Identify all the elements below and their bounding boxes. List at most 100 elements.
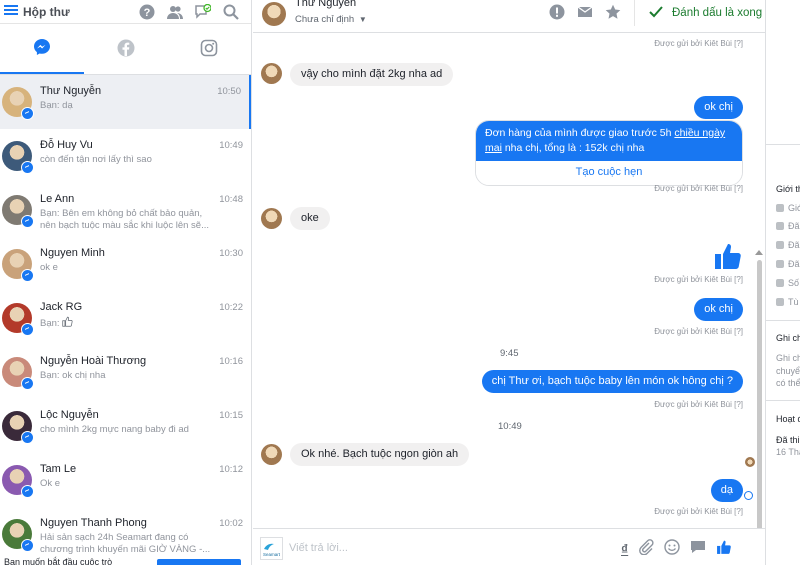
check-icon bbox=[649, 5, 663, 21]
conversation-info: Nguyen Thanh Phong Hải sản sạch 24h Seama… bbox=[40, 517, 212, 556]
like-send-icon[interactable] bbox=[716, 539, 732, 558]
conversation-snippet-text: Bạn: ok chị nha bbox=[40, 370, 106, 381]
conversation-avatar-wrap bbox=[2, 87, 34, 120]
conversation-item[interactable]: Lộc Nguyễn cho mình 2kg mực nang baby đi … bbox=[0, 399, 251, 453]
assignee-label: Chưa chỉ định bbox=[295, 14, 355, 25]
conversation-name: Tam Le bbox=[40, 463, 77, 475]
star-icon[interactable] bbox=[605, 4, 621, 23]
order-card-text: Đơn hàng của mình được giao trước 5h chi… bbox=[476, 121, 742, 161]
message-outgoing[interactable]: ok chị bbox=[694, 298, 743, 321]
conversation-snippet-text: cho mình 2kg mực nang baby đi ad bbox=[40, 424, 189, 435]
conversation-time: 10:50 bbox=[217, 86, 241, 97]
conversation-name: Lộc Nguyễn bbox=[40, 409, 99, 421]
message-incoming[interactable]: vậy cho mình đặt 2kg nha ad bbox=[290, 63, 454, 86]
search-icon[interactable] bbox=[223, 4, 239, 20]
messenger-badge-icon bbox=[21, 323, 34, 336]
people-icon[interactable] bbox=[167, 4, 183, 20]
contact-avatar[interactable] bbox=[262, 2, 286, 26]
conversation-item[interactable]: Thư Nguyễn Bạn: dạ 10:50 bbox=[0, 75, 251, 129]
reply-input[interactable] bbox=[289, 539, 539, 557]
sent-by-label: Được gửi bởi Kiêt Bùi [?] bbox=[654, 275, 743, 284]
conversation-snippet-text: ok e bbox=[40, 262, 58, 273]
conversation-info: Nguyễn Hoài Thương Bạn: ok chị nha bbox=[40, 355, 212, 382]
facebook-tab[interactable] bbox=[84, 24, 168, 74]
home-icon bbox=[776, 298, 784, 306]
conversation-item[interactable]: Nguyen Thanh Phong Hải sản sạch 24h Seama… bbox=[0, 507, 251, 561]
conversation-name: Jack RG bbox=[40, 301, 83, 313]
about-row-text: Số bbox=[788, 278, 800, 288]
messenger-badge-icon bbox=[21, 377, 34, 390]
instagram-tab[interactable] bbox=[167, 24, 251, 74]
inbox-header: Hộp thư ? bbox=[0, 0, 251, 24]
activity-title: Hoạt đ bbox=[776, 414, 800, 424]
spam-icon[interactable] bbox=[549, 4, 565, 23]
conversation-info: Đỗ Huy Vu còn đến tận nơi lấy thì sao bbox=[40, 139, 212, 166]
conversation-item[interactable]: Le Ann Bạn: Bên em không bỏ chất bảo quản… bbox=[0, 183, 251, 237]
contact-name[interactable]: Thư Nguyễn bbox=[295, 0, 356, 9]
conversation-info: Nguyen Minh ok e bbox=[40, 247, 212, 274]
question-icon[interactable]: ? bbox=[139, 4, 155, 20]
like-sticker bbox=[713, 241, 743, 274]
conversation-item[interactable]: Đỗ Huy Vu còn đến tận nơi lấy thì sao 10:4… bbox=[0, 129, 251, 183]
thumbs-up-icon bbox=[60, 316, 73, 329]
divider bbox=[766, 320, 800, 321]
menu-icon[interactable] bbox=[4, 4, 18, 19]
about-title: Giới th bbox=[776, 184, 800, 194]
saved-replies-icon[interactable] bbox=[690, 539, 706, 558]
about-row: Đã bbox=[776, 221, 800, 231]
conversation-name: Thư Nguyễn bbox=[40, 85, 102, 97]
facebook-icon bbox=[117, 39, 135, 60]
message-thread: Được gửi bởi Kiêt Bùi [?] vậy cho mình đ… bbox=[253, 34, 765, 528]
conversation-snippet: Bạn: Bên em không bỏ chất bảo quản, nên … bbox=[40, 208, 212, 232]
conversation-item[interactable]: Jack RG Bạn: 10:22 bbox=[0, 291, 251, 345]
about-row-text: Đã bbox=[788, 259, 800, 269]
messenger-tab[interactable] bbox=[0, 24, 84, 74]
contact-avatar-small bbox=[261, 208, 282, 229]
conversation-item[interactable]: Tam Le Ok e 10:12 bbox=[0, 453, 251, 507]
inbox-title: Hộp thư bbox=[23, 4, 70, 19]
message-outgoing[interactable]: ok chị bbox=[694, 96, 743, 119]
caret-down-icon: ▼ bbox=[358, 15, 367, 24]
conversation-item[interactable]: Nguyễn Hoài Thương Bạn: ok chị nha 10:16 bbox=[0, 345, 251, 399]
info-icon bbox=[776, 204, 784, 212]
assignee-dropdown[interactable]: Chưa chỉ định ▼ bbox=[295, 14, 367, 25]
message-outgoing[interactable]: chị Thư ơi, bạch tuộc baby lên món ok hô… bbox=[481, 370, 743, 393]
start-conversation-button[interactable] bbox=[157, 559, 241, 565]
mark-done-button[interactable]: Đánh dấu là xong bbox=[634, 0, 765, 26]
conversation-snippet: Ok e bbox=[40, 478, 212, 490]
about-row: Giớ bbox=[776, 203, 800, 213]
message-outgoing[interactable]: dạ bbox=[710, 479, 743, 502]
emoji-icon[interactable] bbox=[664, 539, 680, 558]
attach-icon[interactable] bbox=[638, 539, 654, 558]
conversation-name: Nguyễn Hoài Thương bbox=[40, 355, 147, 367]
start-conversation-bar[interactable]: Bạn muốn bắt đầu cuộc trò bbox=[0, 554, 251, 565]
currency-icon[interactable]: ₫ bbox=[621, 541, 628, 557]
conversation-snippet: Hải sản sạch 24h Seamart đang có chương … bbox=[40, 532, 212, 556]
timestamp-divider: 10:49 bbox=[498, 421, 522, 432]
details-top bbox=[766, 0, 800, 145]
conversation-time: 10:12 bbox=[219, 464, 243, 475]
details-pane: Giới th Giớ Đã Đã Đã Số Tù Ghi ch Ghi ch… bbox=[765, 0, 800, 565]
timestamp-divider: 9:45 bbox=[500, 348, 519, 359]
chat-check-icon[interactable] bbox=[195, 3, 211, 20]
message-incoming[interactable]: Ok nhé. Bạch tuộc ngon giòn ah bbox=[290, 443, 470, 466]
conversation-time: 10:48 bbox=[219, 194, 243, 205]
order-card-text-b: nha chị, tổng là : 152k chị nha bbox=[501, 142, 645, 154]
messenger-badge-icon bbox=[21, 215, 34, 228]
conversation-snippet: Bạn: ok chị nha bbox=[40, 370, 212, 382]
mail-icon[interactable] bbox=[577, 4, 593, 23]
conversation-snippet: Bạn: dạ bbox=[40, 100, 212, 112]
about-row-text: Giớ bbox=[788, 203, 800, 213]
conversation-item[interactable]: Nguyen Minh ok e 10:30 bbox=[0, 237, 251, 291]
message-incoming[interactable]: oke bbox=[290, 207, 330, 230]
divider bbox=[766, 400, 800, 401]
conversation-time: 10:22 bbox=[219, 302, 243, 313]
activity-date: 16 Tha bbox=[776, 447, 800, 457]
create-appointment-button[interactable]: Tạo cuộc hẹn bbox=[476, 161, 742, 185]
sent-by-label: Được gửi bởi Kiêt Bùi [?] bbox=[654, 327, 743, 336]
scrollbar[interactable] bbox=[757, 260, 762, 528]
conversation-info: Lộc Nguyễn cho mình 2kg mực nang baby đi … bbox=[40, 409, 212, 436]
notes-text: có thể bbox=[776, 378, 800, 388]
calendar-icon bbox=[776, 260, 784, 268]
scroll-up-arrow[interactable] bbox=[755, 250, 763, 255]
